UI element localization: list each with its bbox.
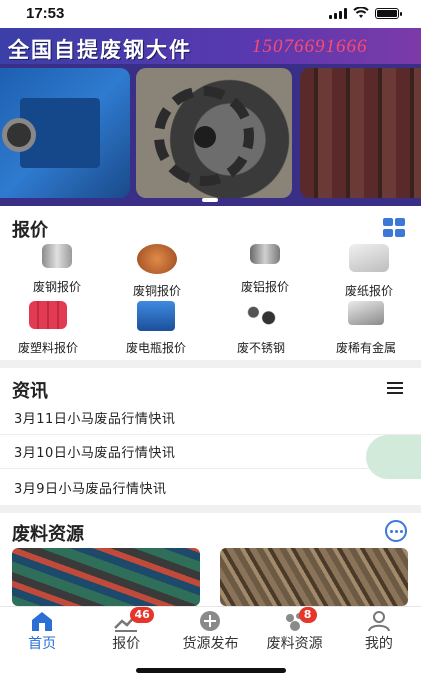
banner-pager-indicator: [202, 198, 218, 202]
home-icon: [32, 612, 53, 631]
news-item[interactable]: 3月10日小马废品行情快讯: [0, 435, 421, 469]
plus-circle-icon: [200, 611, 221, 631]
wifi-icon: [353, 7, 369, 18]
promo-banner[interactable]: 全国自提废钢大件 15076691666: [0, 28, 421, 206]
copper-wire-icon: [137, 244, 177, 274]
quotes-badge: 46: [130, 607, 155, 623]
gear-hub: [194, 126, 216, 148]
price-item-label: 废铝报价: [240, 280, 289, 294]
price-item-steel[interactable]: 废钢报价: [9, 244, 105, 300]
tab-label: 货源发布: [182, 636, 239, 652]
tab-label: 废料资源: [266, 636, 323, 652]
waste-section-title: 废料资源: [12, 524, 84, 545]
user-icon: [367, 611, 390, 632]
price-section-title: 报价: [12, 220, 48, 241]
status-bar: 17:53: [0, 0, 421, 26]
news-item[interactable]: 3月11日小马废品行情快讯: [0, 401, 421, 435]
price-item-label: 废不锈钢: [236, 341, 285, 355]
bottom-tab-bar: 首页 46 报价 货源发布 8 废料资源 我的: [0, 606, 421, 656]
price-item-copper[interactable]: 废铜报价: [109, 244, 205, 300]
section-divider: [0, 360, 421, 368]
banner-phone: 15076691666: [252, 36, 368, 57]
news-item[interactable]: 3月9日小马废品行情快讯: [0, 470, 421, 504]
banner-photo-gear: [136, 68, 292, 198]
price-item-label: 废铜报价: [132, 284, 181, 298]
price-item-stainless[interactable]: 废不锈钢: [213, 301, 309, 357]
tab-quotes[interactable]: 46 报价: [84, 607, 168, 657]
tab-resources[interactable]: 8 废料资源: [253, 607, 337, 657]
menu-icon[interactable]: [387, 382, 403, 394]
banner-photo-molds: [300, 68, 421, 198]
price-item-label: 废纸报价: [344, 284, 393, 298]
price-item-battery[interactable]: 废电瓶报价: [108, 301, 204, 357]
grid-view-icon[interactable]: [383, 218, 407, 238]
tab-publish[interactable]: 货源发布: [168, 607, 252, 657]
price-item-aluminum[interactable]: 废铝报价: [217, 244, 313, 300]
home-indicator: [136, 668, 286, 673]
resources-badge: 8: [298, 607, 317, 623]
tab-label: 首页: [28, 636, 57, 652]
tab-label: 报价: [112, 636, 141, 652]
status-time: 17:53: [26, 4, 65, 22]
section-divider: [0, 505, 421, 513]
price-item-paper[interactable]: 废纸报价: [321, 244, 417, 300]
signal-icon: [329, 7, 347, 19]
tab-profile[interactable]: 我的: [337, 607, 421, 657]
banner-photo-machine: [0, 68, 130, 198]
machine-wheel: [2, 118, 36, 152]
battery-icon: [137, 301, 175, 331]
more-icon[interactable]: [385, 520, 407, 542]
floating-assist-button[interactable]: [366, 435, 421, 479]
status-icons: [329, 7, 402, 19]
paper-bundle-icon: [349, 244, 389, 272]
resource-card-batteries[interactable]: [12, 548, 200, 606]
tab-home[interactable]: 首页: [0, 607, 84, 657]
metal-ingot-icon: [348, 301, 384, 325]
stainless-parts-icon: [242, 301, 280, 329]
price-item-plastic[interactable]: 废塑料报价: [0, 301, 96, 357]
price-item-label: 废塑料报价: [17, 341, 78, 355]
price-item-label: 废钢报价: [32, 280, 81, 294]
resource-card-scrap[interactable]: [220, 548, 408, 606]
aluminum-roll-icon: [250, 244, 280, 264]
battery-icon: [375, 7, 402, 19]
banner-headline: 全国自提废钢大件: [8, 37, 192, 62]
news-section-title: 资讯: [12, 381, 48, 402]
price-item-label: 废稀有金属: [335, 341, 396, 355]
price-item-rare-metal[interactable]: 废稀有金属: [318, 301, 414, 357]
tab-label: 我的: [364, 636, 393, 652]
price-item-label: 废电瓶报价: [125, 341, 186, 355]
steel-pipe-icon: [42, 244, 72, 268]
plastic-bales-icon: [29, 301, 67, 329]
